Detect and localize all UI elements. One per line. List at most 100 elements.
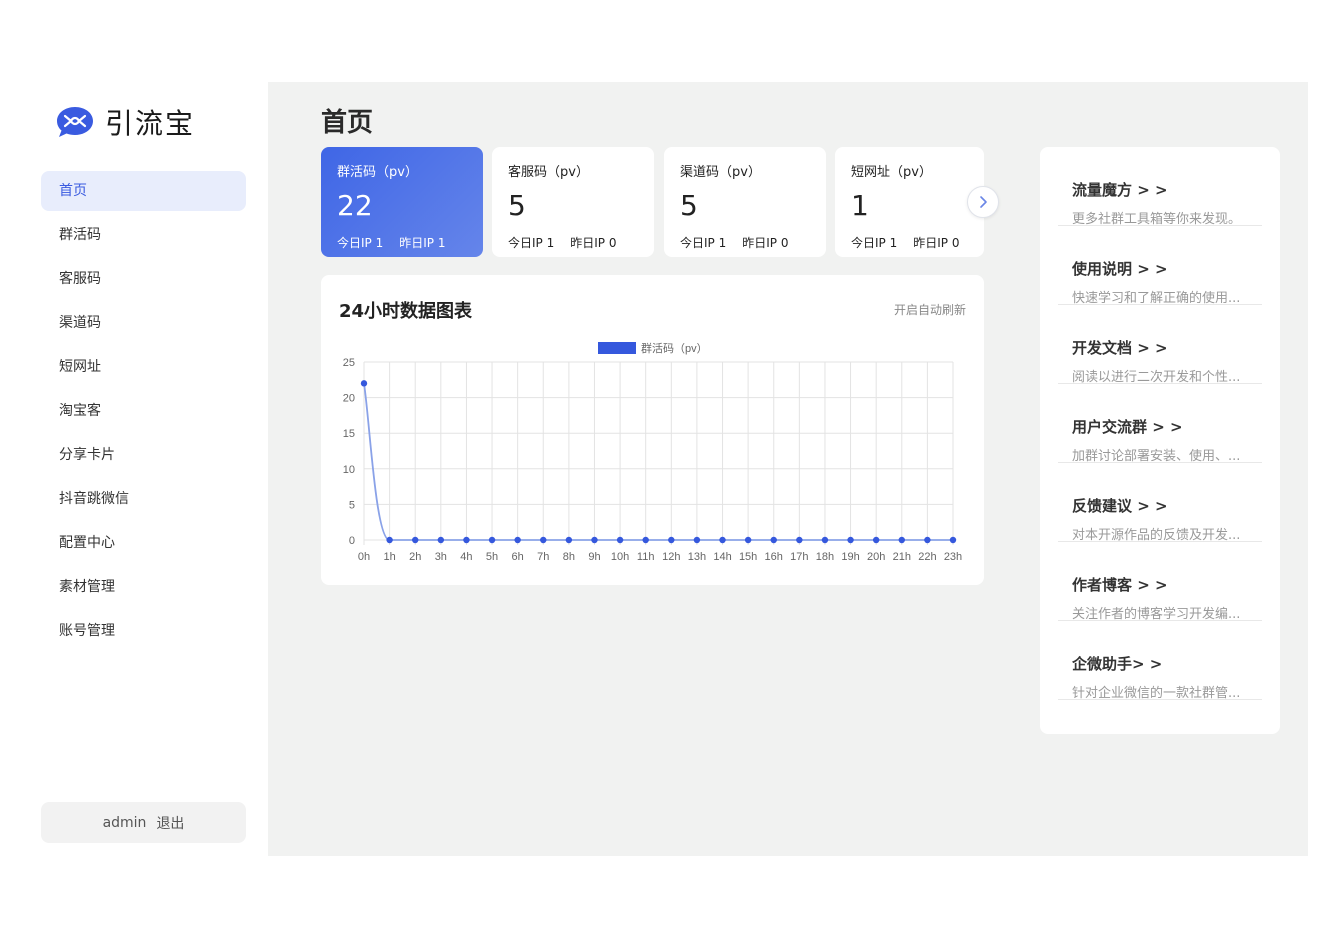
stat-yesterday-ip: 昨日IP 1: [399, 236, 446, 250]
data-point: [591, 536, 598, 544]
link-user-group[interactable]: 用户交流群 > > 加群讨论部署安装、使用、...: [1058, 384, 1262, 464]
logo-icon: [55, 105, 95, 139]
y-tick-label: 0: [349, 535, 355, 547]
link-title: 使用说明 > >: [1072, 260, 1168, 278]
link-desc: 阅读以进行二次开发和个性...: [1072, 370, 1241, 385]
sidebar-item-douyin-wechat[interactable]: 抖音跳微信: [41, 479, 246, 519]
app-window: 引流宝 首页 群活码 客服码 渠道码 短网址 淘宝客 分享卡片 抖音跳微信 配置…: [22, 82, 1308, 856]
sidebar-item-channel-code[interactable]: 渠道码: [41, 303, 246, 343]
auto-refresh-toggle[interactable]: 开启自动刷新: [894, 301, 966, 318]
x-tick-label: 0h: [358, 551, 370, 563]
y-tick-label: 5: [349, 499, 355, 511]
data-point: [872, 536, 880, 544]
link-usage-guide[interactable]: 使用说明 > > 快速学习和了解正确的使用...: [1058, 226, 1262, 306]
data-point: [821, 536, 829, 544]
sidebar-item-service-code[interactable]: 客服码: [41, 259, 246, 299]
sidebar-item-home[interactable]: 首页: [41, 171, 246, 211]
stat-cards: 群活码（pv） 22 今日IP 1 昨日IP 1 客服码（pv） 5 今日IP …: [321, 147, 999, 257]
link-desc: 快速学习和了解正确的使用...: [1072, 291, 1241, 306]
series-line: [363, 383, 953, 541]
data-point: [412, 536, 419, 544]
data-point: [949, 536, 957, 544]
data-point: [437, 536, 445, 544]
link-traffic-cube[interactable]: 流量魔方 > > 更多社群工具箱等你来发现。: [1058, 147, 1262, 227]
data-point: [616, 536, 624, 544]
data-point: [693, 536, 701, 544]
link-title: 开发文档 > >: [1072, 339, 1168, 357]
stat-today-ip: 今日IP 1: [337, 236, 384, 250]
data-point: [924, 536, 931, 544]
link-desc: 加群讨论部署安装、使用、...: [1072, 449, 1241, 464]
x-tick-label: 14h: [713, 551, 731, 563]
x-tick-label: 10h: [611, 551, 629, 563]
sidebar-item-config[interactable]: 配置中心: [41, 523, 246, 563]
cards-next-button[interactable]: [967, 186, 999, 218]
sidebar-item-group-code[interactable]: 群活码: [41, 215, 246, 255]
stat-today-ip: 今日IP 1: [851, 236, 898, 250]
link-author-blog[interactable]: 作者博客 > > 关注作者的博客学习开发编...: [1058, 542, 1262, 622]
x-tick-label: 20h: [867, 551, 885, 563]
stat-card-channel-code[interactable]: 渠道码（pv） 5 今日IP 1 昨日IP 0: [664, 147, 826, 257]
x-tick-label: 5h: [486, 551, 498, 563]
legend-label: 群活码（pv）: [641, 341, 708, 355]
stat-ip-row: 今日IP 1 昨日IP 0: [680, 234, 810, 251]
stat-card-service-code[interactable]: 客服码（pv） 5 今日IP 1 昨日IP 0: [492, 147, 654, 257]
data-point: [898, 536, 905, 544]
legend-swatch: [598, 342, 636, 354]
link-title: 企微助手> >: [1072, 655, 1163, 673]
sidebar-item-taobaoke[interactable]: 淘宝客: [41, 391, 246, 431]
link-dev-docs[interactable]: 开发文档 > > 阅读以进行二次开发和个性...: [1058, 305, 1262, 385]
stat-value: 1: [851, 189, 869, 222]
sidebar-item-short-url[interactable]: 短网址: [41, 347, 246, 387]
x-tick-label: 4h: [460, 551, 472, 563]
link-desc: 关注作者的博客学习开发编...: [1072, 607, 1241, 622]
data-point: [668, 536, 675, 544]
account-username[interactable]: admin: [103, 815, 147, 831]
stat-name: 群活码（pv）: [337, 165, 418, 180]
y-tick-label: 10: [343, 464, 355, 476]
stat-value: 5: [680, 189, 698, 222]
data-point: [540, 536, 547, 544]
x-tick-label: 2h: [409, 551, 421, 563]
stat-name: 短网址（pv）: [851, 165, 932, 180]
stat-card-group-code[interactable]: 群活码（pv） 22 今日IP 1 昨日IP 1: [321, 147, 483, 257]
link-title: 用户交流群 > >: [1072, 418, 1183, 436]
data-point: [847, 536, 854, 544]
data-point: [386, 536, 393, 544]
x-tick-label: 12h: [662, 551, 680, 563]
stat-name: 客服码（pv）: [508, 165, 589, 180]
app-name: 引流宝: [105, 107, 196, 140]
stat-today-ip: 今日IP 1: [508, 236, 555, 250]
page-title: 首页: [321, 108, 374, 138]
sidebar-item-account[interactable]: 账号管理: [41, 611, 246, 651]
x-tick-label: 23h: [944, 551, 962, 563]
stat-card-short-url[interactable]: 短网址（pv） 1 今日IP 1 昨日IP 0: [835, 147, 984, 257]
x-tick-label: 13h: [688, 551, 706, 563]
data-point: [770, 536, 777, 544]
x-tick-label: 19h: [841, 551, 859, 563]
link-wecom-assistant[interactable]: 企微助手> > 针对企业微信的一款社群管...: [1058, 621, 1262, 701]
account-bar: admin 退出: [41, 802, 246, 843]
link-feedback[interactable]: 反馈建议 > > 对本开源作品的反馈及开发...: [1058, 463, 1262, 543]
link-desc: 对本开源作品的反馈及开发...: [1072, 528, 1241, 543]
x-tick-label: 18h: [816, 551, 834, 563]
data-point: [719, 536, 726, 544]
chart-title: 24小时数据图表: [339, 301, 473, 322]
sidebar: 引流宝 首页 群活码 客服码 渠道码 短网址 淘宝客 分享卡片 抖音跳微信 配置…: [22, 82, 268, 856]
x-tick-label: 21h: [893, 551, 911, 563]
sidebar-item-share-card[interactable]: 分享卡片: [41, 435, 246, 475]
x-tick-label: 9h: [588, 551, 600, 563]
quick-links-panel: 流量魔方 > > 更多社群工具箱等你来发现。 使用说明 > > 快速学习和了解正…: [1040, 147, 1280, 734]
logout-button[interactable]: 退出: [156, 813, 184, 833]
data-point: [488, 536, 496, 544]
x-tick-label: 22h: [918, 551, 936, 563]
data-point: [514, 536, 521, 544]
x-tick-label: 8h: [563, 551, 575, 563]
link-title: 反馈建议 > >: [1072, 497, 1168, 515]
stat-value: 5: [508, 189, 526, 222]
link-title: 流量魔方 > >: [1072, 181, 1168, 199]
main-content: 首页 群活码（pv） 22 今日IP 1 昨日IP 1 客服码（pv） 5 今日…: [268, 82, 1308, 856]
x-tick-label: 15h: [739, 551, 757, 563]
x-tick-label: 17h: [790, 551, 808, 563]
sidebar-item-material[interactable]: 素材管理: [41, 567, 246, 607]
